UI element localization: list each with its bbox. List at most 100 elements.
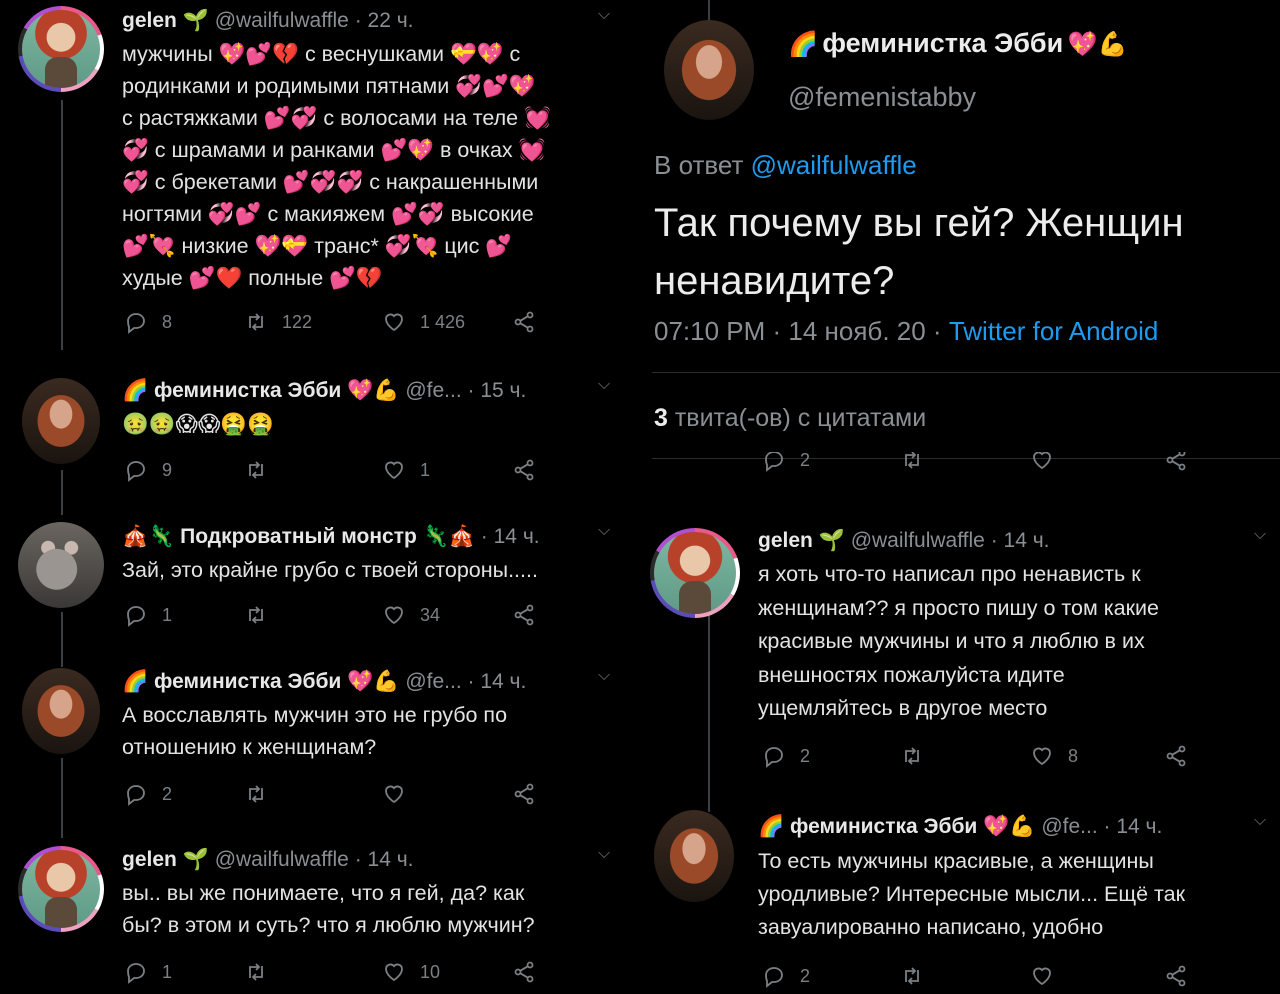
tweet-text-line: ущемляйтесь в другое место bbox=[758, 696, 1048, 720]
author-handle[interactable]: @fe... bbox=[405, 670, 461, 693]
tweet-actions: 2 bbox=[646, 452, 1280, 486]
avatar[interactable] bbox=[18, 6, 104, 92]
quote-tweets-link[interactable]: 3 твита(-ов) с цитатами bbox=[654, 404, 926, 433]
retweet-button[interactable]: 122 bbox=[244, 310, 312, 334]
chevron-down-icon[interactable]: ⌵ bbox=[598, 376, 610, 394]
like-button[interactable]: 8 bbox=[1030, 744, 1078, 768]
tweet-text-line: ногтями 💞💕 с макияжем 💕💞 высокие bbox=[122, 202, 534, 226]
avatar[interactable] bbox=[650, 528, 740, 618]
share-icon bbox=[512, 603, 536, 627]
author-handle[interactable]: @fe... bbox=[1041, 815, 1097, 838]
chevron-down-icon[interactable]: ⌵ bbox=[1254, 526, 1266, 544]
like-button[interactable] bbox=[1030, 964, 1054, 988]
like-button[interactable]: 1 bbox=[382, 458, 430, 482]
retweet-button[interactable] bbox=[900, 964, 924, 988]
share-button[interactable] bbox=[1164, 744, 1188, 768]
seedling-icon: 🌱 bbox=[818, 528, 845, 552]
thread-line bbox=[708, 612, 710, 812]
reply-button[interactable]: 8 bbox=[124, 310, 172, 334]
avatar[interactable] bbox=[664, 20, 754, 120]
author-name[interactable]: gelen bbox=[122, 848, 177, 871]
author-name[interactable]: феминистка Эбби bbox=[154, 379, 341, 402]
chevron-down-icon[interactable]: ⌵ bbox=[598, 845, 610, 863]
reply-icon bbox=[762, 452, 786, 472]
author-handle[interactable]: @fe... bbox=[405, 379, 461, 402]
retweet-button[interactable] bbox=[900, 452, 924, 472]
reply-button[interactable]: 1 bbox=[124, 603, 172, 627]
tweet-text-line: с растяжками 💕💞 с волосами на теле 💓 bbox=[122, 106, 551, 130]
avatar[interactable] bbox=[22, 668, 100, 754]
chevron-down-icon[interactable]: ⌵ bbox=[1254, 812, 1266, 830]
retweet-icon bbox=[244, 960, 268, 984]
tweet-text-line: вы.. вы же понимаете, что я гей, да? как bbox=[122, 881, 525, 905]
like-icon bbox=[1030, 744, 1054, 768]
reply-button[interactable]: 2 bbox=[762, 964, 810, 988]
tweet-text-line: бы? в этом и суть? что я люблю мужчин? bbox=[122, 913, 535, 937]
avatar[interactable] bbox=[18, 522, 104, 608]
retweet-icon bbox=[900, 744, 924, 768]
share-button[interactable] bbox=[1164, 964, 1188, 988]
reply-button[interactable]: 2 bbox=[762, 744, 810, 768]
like-icon bbox=[382, 782, 406, 806]
reply-icon bbox=[762, 964, 786, 988]
reply-button[interactable]: 2 bbox=[762, 452, 810, 472]
reply-button[interactable]: 2 bbox=[124, 782, 172, 806]
right-screenshot: 🌈 феминистка Эбби 💖💪 @femenistabby В отв… bbox=[646, 0, 1280, 994]
chevron-down-icon[interactable]: ⌵ bbox=[598, 6, 610, 24]
retweet-button[interactable] bbox=[244, 603, 268, 627]
lizard-circus-icon: 🦎🎪 bbox=[422, 524, 475, 548]
avatar[interactable] bbox=[18, 846, 104, 932]
tweet-text-line: 💕💘 низкие 💖💝 транс* 💞💘 цис 💕 bbox=[122, 234, 513, 258]
reply-to-handle[interactable]: @wailfulwaffle bbox=[751, 150, 917, 180]
like-button[interactable] bbox=[382, 782, 406, 806]
source-link[interactable]: Twitter for Android bbox=[949, 316, 1159, 346]
like-button[interactable] bbox=[1030, 452, 1054, 472]
retweet-button[interactable] bbox=[900, 744, 924, 768]
like-count: 10 bbox=[420, 961, 441, 982]
share-button[interactable] bbox=[512, 960, 536, 984]
like-button[interactable]: 1 426 bbox=[382, 310, 465, 334]
share-icon bbox=[1164, 452, 1188, 472]
reply-icon bbox=[124, 960, 148, 984]
retweet-count: 122 bbox=[282, 311, 313, 332]
share-button[interactable] bbox=[1164, 452, 1188, 472]
reply-button[interactable]: 1 bbox=[124, 960, 172, 984]
share-button[interactable] bbox=[512, 458, 536, 482]
author-name[interactable]: феминистка Эбби bbox=[154, 670, 341, 693]
author-handle[interactable]: @wailfulwaffle bbox=[215, 848, 349, 871]
chevron-down-icon[interactable]: ⌵ bbox=[598, 667, 610, 685]
seedling-icon: 🌱 bbox=[182, 847, 209, 871]
avatar[interactable] bbox=[22, 378, 100, 464]
author-handle[interactable]: @femenistabby bbox=[788, 82, 976, 113]
author-name[interactable]: gelen bbox=[758, 529, 813, 552]
share-button[interactable] bbox=[512, 603, 536, 627]
author-name[interactable]: феминистка Эбби bbox=[822, 28, 1063, 58]
tweet-text-line: красивые мужчины и что я люблю в их bbox=[758, 629, 1145, 653]
author-handle[interactable]: @wailfulwaffle bbox=[851, 529, 985, 552]
retweet-button[interactable] bbox=[244, 458, 268, 482]
like-button[interactable]: 10 bbox=[382, 960, 440, 984]
rainbow-icon: 🌈 bbox=[788, 30, 818, 58]
tweet-text-line: отношению к женщинам? bbox=[122, 735, 377, 759]
reply-icon bbox=[762, 744, 786, 768]
like-button[interactable]: 34 bbox=[382, 603, 440, 627]
tweet-time: · 22 ч. bbox=[354, 9, 414, 32]
thread-line bbox=[708, 0, 710, 22]
author-name[interactable]: gelen bbox=[122, 9, 177, 32]
author-handle[interactable]: @wailfulwaffle bbox=[215, 9, 349, 32]
rainbow-icon: 🌈 bbox=[758, 814, 785, 838]
reply-button[interactable]: 9 bbox=[124, 458, 172, 482]
tweet-text-line: завуалированно написано, удобно bbox=[758, 915, 1104, 939]
author-name[interactable]: феминистка Эбби bbox=[790, 815, 977, 838]
share-button[interactable] bbox=[512, 782, 536, 806]
avatar[interactable] bbox=[654, 810, 734, 902]
share-button[interactable] bbox=[512, 310, 536, 334]
tweet-text-line: А восславлять мужчин это не грубо по bbox=[122, 703, 508, 727]
reply-count: 1 bbox=[162, 604, 173, 625]
chevron-down-icon[interactable]: ⌵ bbox=[598, 522, 610, 540]
share-icon bbox=[512, 458, 536, 482]
author-name[interactable]: Подкроватный монстр bbox=[180, 525, 417, 548]
tweet-text-line: уродливые? Интересные мысли... Ещё так bbox=[758, 882, 1185, 906]
retweet-button[interactable] bbox=[244, 960, 268, 984]
retweet-button[interactable] bbox=[244, 782, 268, 806]
